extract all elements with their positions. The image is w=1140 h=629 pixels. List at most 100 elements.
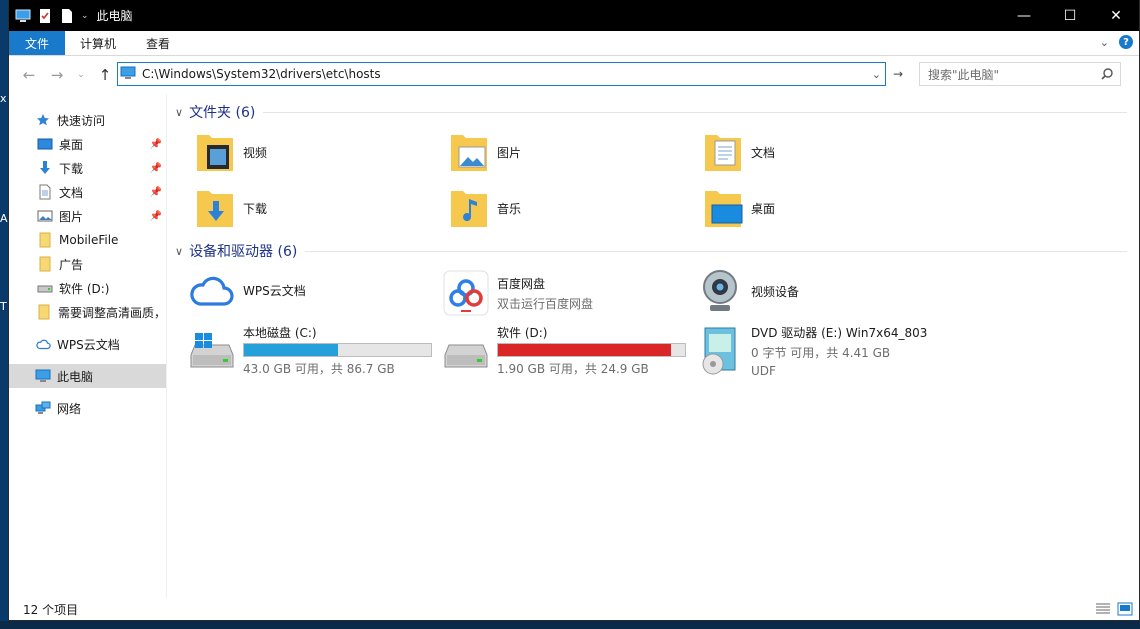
chevron-down-icon[interactable]: ∨ [175,245,183,258]
sidebar-item-label: 需要调整高清画质， [57,305,166,320]
folder-music[interactable]: 音乐 [447,186,521,230]
sidebar-item-label: MobileFile [59,233,119,247]
item-count: 12 个项目 [23,602,79,617]
sidebar-item-desktop[interactable]: 桌面 📌 [9,132,166,156]
group-title: 文件夹 (6) [189,105,256,121]
folder-videos[interactable]: 视频 [193,130,267,174]
window-title: 此电脑 [96,9,133,23]
new-file-icon[interactable] [59,8,75,24]
device-dvd-e[interactable]: DVD 驱动器 (E:) Win7x64_803 0 字节 可用，共 4.41 … [695,324,927,378]
search-icon[interactable] [1100,67,1114,84]
drive-icon [37,280,53,296]
device-drive-d[interactable]: 软件 (D:) 1.90 GB 可用，共 24.9 GB [441,324,686,377]
desktop-fragment: x [0,92,7,105]
sidebar-item-ads[interactable]: 广告 [9,252,166,276]
device-label: 视频设备 [751,284,800,299]
forward-arrow-icon[interactable]: → [45,63,69,87]
webcam-icon [695,266,745,316]
desktop-folder-icon [701,186,745,230]
network-icon [35,400,51,416]
search-placeholder: 搜索"此电脑" [928,67,1000,82]
ribbon: 文件 计算机 查看 ⌄ ? [9,31,1139,56]
sidebar-item-label: 文档 [59,185,84,200]
sidebar-item-drive-d[interactable]: 软件 (D:) [9,276,166,300]
usage-fill [498,344,671,356]
sidebar-item-wps[interactable]: WPS云文档 [9,332,166,356]
sidebar-item-mobilefile[interactable]: MobileFile [9,228,166,252]
properties-icon[interactable] [37,8,53,24]
chevron-down-icon[interactable]: ∨ [175,106,183,119]
drive-d-usage-bar [497,343,686,357]
download-icon [37,160,53,176]
details-view-icon[interactable] [1095,602,1111,619]
device-label: 软件 (D:) [497,326,548,340]
close-icon[interactable]: ✕ [1093,0,1139,31]
sidebar-item-network[interactable]: 网络 [9,396,166,420]
pictures-icon [37,208,53,224]
device-subtitle: 43.0 GB 可用，共 86.7 GB [243,362,395,376]
address-dropdown-icon[interactable]: ⌄ [872,68,881,81]
customize-dropdown-icon[interactable]: ⌄ [81,11,89,21]
sidebar-item-pictures[interactable]: 图片 📌 [9,204,166,228]
windows-drive-icon [187,329,237,373]
go-arrow-icon[interactable]: → [889,63,907,85]
drive-c-usage-bar [243,343,432,357]
explorer-window: ⌄ 此电脑 — ☐ ✕ 文件 计算机 查看 ⌄ ? ← → ⌄ ↑ C:\Win… [8,0,1140,621]
device-baidu-netdisk[interactable]: 百度网盘 双击运行百度网盘 [441,268,593,318]
minimize-icon[interactable]: — [1001,0,1047,31]
back-arrow-icon[interactable]: ← [17,63,41,87]
address-path[interactable]: C:\Windows\System32\drivers\etc\hosts [142,67,381,81]
help-icon[interactable]: ? [1119,35,1133,49]
folder-icon [37,232,53,248]
sidebar-item-hd-folder[interactable]: 需要调整高清画质， [9,300,166,324]
quick-access-toolbar: ⌄ [9,8,89,24]
tab-computer[interactable]: 计算机 [65,31,131,55]
folder-desktop[interactable]: 桌面 [701,186,775,230]
device-subtitle: 1.90 GB 可用，共 24.9 GB [497,362,649,376]
folder-documents[interactable]: 文档 [701,130,775,174]
sidebar-item-label: 此电脑 [57,369,94,384]
pin-icon[interactable]: 📌 [150,187,162,198]
search-input[interactable]: 搜索"此电脑" [919,62,1121,86]
video-folder-icon [193,130,237,174]
folder-downloads[interactable]: 下载 [193,186,267,230]
device-label: WPS云文档 [243,283,306,298]
taskbar [0,621,1140,629]
tab-file[interactable]: 文件 [9,31,66,55]
up-arrow-icon[interactable]: ↑ [93,63,117,87]
device-video[interactable]: 视频设备 [695,266,799,316]
main-pane: ∨ 文件夹 (6) 视频 图片 文档 下载 音乐 桌面 ∨ 设备和驱动器 (6)… [167,94,1139,598]
group-title: 设备和驱动器 (6) [189,244,298,260]
device-label: 百度网盘 [497,276,546,291]
computer-icon [35,368,51,384]
navigation-pane: 快速访问 桌面 📌 下载 📌 文档 📌 图片 📌 MobileFile 广告 软… [9,94,167,598]
sidebar-item-label: 下载 [59,161,84,176]
folder-icon [37,304,52,320]
folder-pictures[interactable]: 图片 [447,130,521,174]
folder-label: 音乐 [497,201,522,216]
tab-view[interactable]: 查看 [131,31,185,55]
sidebar-item-quick-access[interactable]: 快速访问 [9,108,166,132]
device-drive-c[interactable]: 本地磁盘 (C:) 43.0 GB 可用，共 86.7 GB [187,324,432,377]
sidebar-item-label: 桌面 [59,137,84,152]
device-subtitle: 双击运行百度网盘 [497,296,594,311]
sidebar-item-label: 图片 [59,209,84,224]
group-header-devices[interactable]: ∨ 设备和驱动器 (6) [175,241,1127,261]
sidebar-item-this-pc[interactable]: 此电脑 [9,364,166,388]
expand-ribbon-icon[interactable]: ⌄ [1100,36,1109,49]
device-wps-cloud[interactable]: WPS云文档 [187,268,306,312]
large-icons-view-icon[interactable] [1117,602,1133,619]
recent-dropdown-icon[interactable]: ⌄ [69,63,93,87]
maximize-icon[interactable]: ☐ [1047,0,1093,31]
sidebar-item-documents[interactable]: 文档 📌 [9,180,166,204]
pin-icon[interactable]: 📌 [150,211,162,222]
group-header-folders[interactable]: ∨ 文件夹 (6) [175,102,1127,122]
device-label: DVD 驱动器 (E:) Win7x64_803 [751,326,928,340]
pin-icon[interactable]: 📌 [150,163,162,174]
baidu-netdisk-icon [441,268,491,318]
pin-icon[interactable]: 📌 [150,139,162,150]
sidebar-item-downloads[interactable]: 下载 📌 [9,156,166,180]
usage-fill [244,344,339,356]
music-folder-icon [447,186,491,230]
address-bar[interactable]: C:\Windows\System32\drivers\etc\hosts ⌄ [117,62,886,86]
